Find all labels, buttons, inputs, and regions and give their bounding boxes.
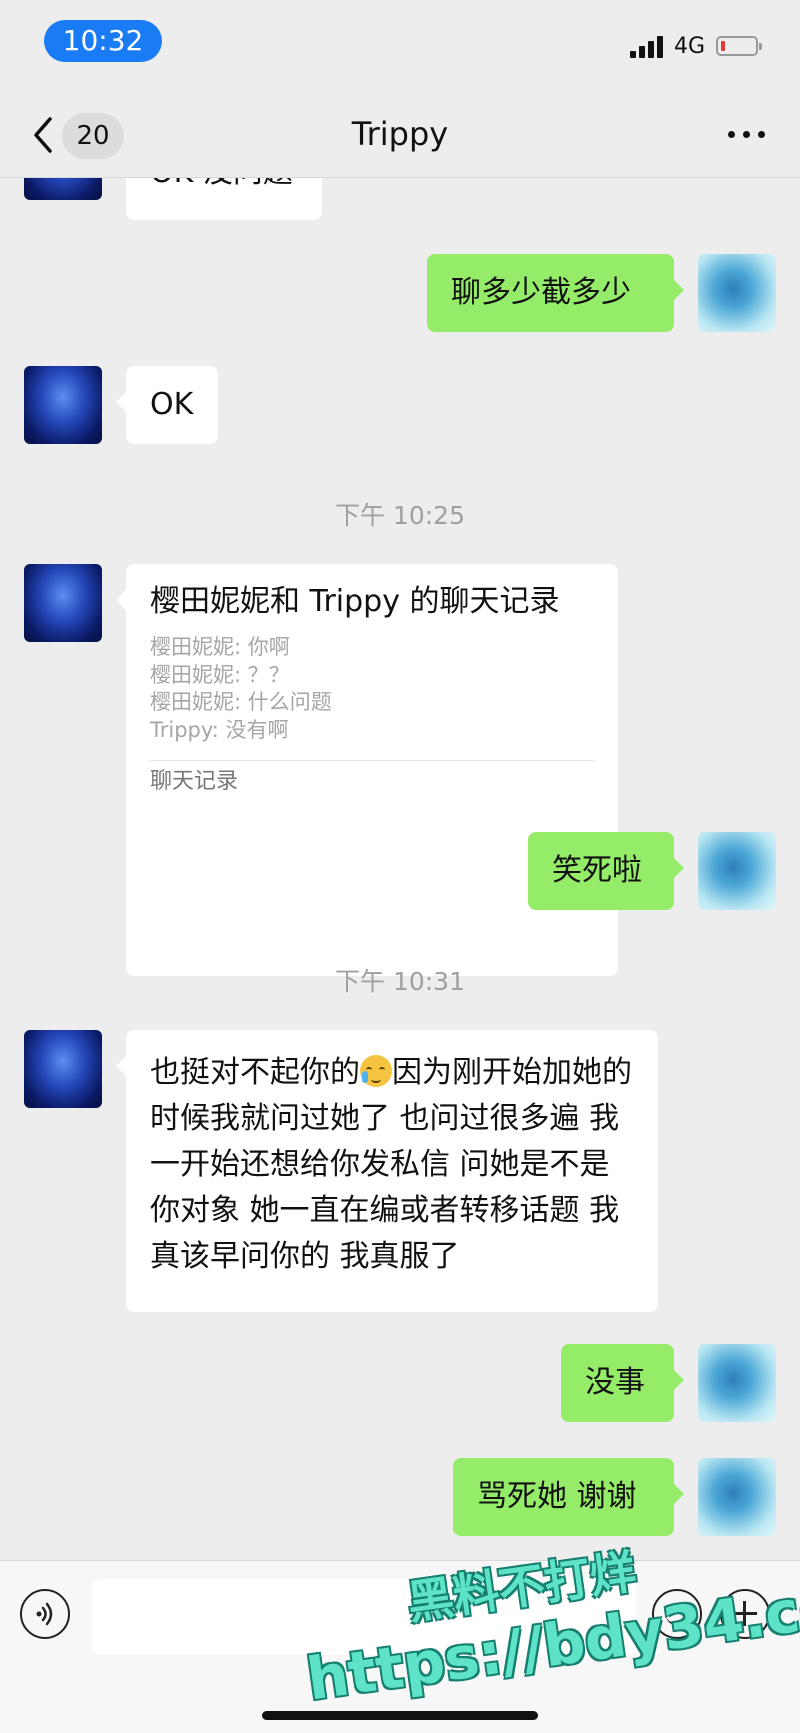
self-avatar[interactable] xyxy=(698,1458,776,1536)
chat-title: Trippy xyxy=(351,115,449,153)
network-type: 4G xyxy=(674,34,706,59)
message-timestamp: 下午 10:31 xyxy=(335,967,465,996)
chat-record-title: 樱田妮妮和 Trippy 的聊天记录 xyxy=(150,584,560,619)
self-avatar[interactable] xyxy=(698,1344,776,1422)
contact-avatar[interactable] xyxy=(24,1030,102,1108)
message-bubble-incoming[interactable]: OK 没问题 xyxy=(126,178,322,220)
contact-avatar[interactable] xyxy=(24,366,102,444)
more-actions-button[interactable] xyxy=(720,1589,770,1639)
unread-count-badge[interactable]: 20 xyxy=(62,113,124,159)
message-bubble-outgoing[interactable]: 聊多少截多少 xyxy=(427,254,684,332)
chat-record-preview: 樱田妮妮: 你啊 樱田妮妮: ？？ 樱田妮妮: 什么问题 Trippy: 没有啊 xyxy=(150,635,332,742)
battery-icon xyxy=(716,36,762,56)
input-bar xyxy=(0,1560,800,1733)
back-button[interactable] xyxy=(28,113,60,157)
chat-header: 20 Trippy xyxy=(0,95,800,178)
message-list[interactable]: OK 没问题 聊多少截多少 OK 下午 10:25 樱田妮妮和 Trippy 的… xyxy=(0,178,800,1560)
message-bubble-outgoing[interactable]: 笑死啦 xyxy=(528,832,684,910)
status-time: 10:32 xyxy=(44,20,162,62)
message-bubble-incoming[interactable]: 也挺对不起你的 因为刚开始加她的时候我就问过她了 也问过很多遍 我一开始还想给你发… xyxy=(116,1030,658,1312)
emoji-button[interactable] xyxy=(652,1589,702,1639)
chat-record-label: 聊天记录 xyxy=(150,769,239,794)
contact-avatar[interactable] xyxy=(24,564,102,642)
more-icon xyxy=(728,131,735,138)
message-input[interactable] xyxy=(92,1579,636,1655)
message-bubble-outgoing[interactable]: 骂死她 谢谢 xyxy=(453,1458,684,1536)
voice-icon xyxy=(36,1602,53,1626)
message-bubble-incoming[interactable]: OK xyxy=(116,366,218,444)
chat-record-card[interactable]: 樱田妮妮和 Trippy 的聊天记录 樱田妮妮: 你啊 樱田妮妮: ？？ 樱田妮… xyxy=(116,564,618,976)
chevron-left-icon xyxy=(34,117,52,153)
status-bar: 10:32 4G xyxy=(0,0,800,90)
message-timestamp: 下午 10:25 xyxy=(335,501,465,530)
signal-icon xyxy=(630,36,668,58)
crying-face-icon xyxy=(360,1055,392,1087)
home-indicator xyxy=(262,1711,538,1720)
voice-input-button[interactable] xyxy=(20,1589,70,1639)
self-avatar[interactable] xyxy=(698,254,776,332)
more-options-button[interactable] xyxy=(722,125,772,145)
self-avatar[interactable] xyxy=(698,832,776,910)
contact-avatar[interactable] xyxy=(24,178,102,200)
message-bubble-outgoing[interactable]: 没事 xyxy=(561,1344,684,1422)
